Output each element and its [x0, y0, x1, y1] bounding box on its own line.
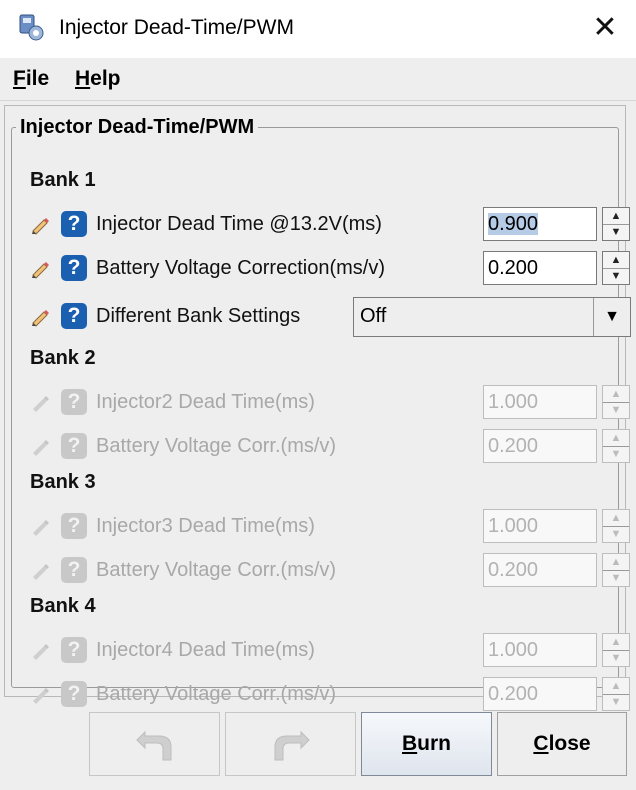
bank2-batt-corr-spinner: ▲ ▼ [602, 429, 630, 463]
spin-down-icon: ▼ [610, 448, 622, 460]
bank1-dead-time-input[interactable]: 0.900 [483, 207, 597, 241]
spin-up-icon[interactable]: ▲ [603, 208, 629, 225]
help-icon-disabled: ? [61, 389, 87, 415]
menu-bar: File Help [0, 58, 636, 101]
bank3-dead-time-label: Injector3 Dead Time(ms) [96, 515, 315, 537]
help-icon-disabled: ? [61, 513, 87, 539]
bank1-diff-bank-label: Different Bank Settings [96, 305, 301, 327]
help-icon[interactable]: ? [61, 303, 87, 329]
bank3-batt-corr-input: 0.200 [483, 553, 597, 587]
undo-button[interactable] [89, 712, 220, 776]
edit-pencil-icon-disabled [33, 564, 49, 580]
bank1-title: Bank 1 [30, 169, 96, 191]
window-title: Injector Dead-Time/PWM [59, 16, 294, 39]
bank2-batt-corr-label: Battery Voltage Corr.(ms/v) [96, 435, 337, 457]
menu-file[interactable]: File [13, 66, 49, 92]
bank1-batt-corr-label: Battery Voltage Correction(ms/v) [96, 257, 385, 279]
app-icon [19, 14, 44, 41]
bank1-batt-corr-spinner: ▲ ▼ [602, 251, 630, 285]
burn-button[interactable]: Burn [361, 712, 492, 776]
spin-down-icon: ▼ [610, 696, 622, 708]
bank3-batt-corr-label: Battery Voltage Corr.(ms/v) [96, 559, 337, 581]
bank4-dead-time-input: 1.000 [483, 633, 597, 667]
redo-arrow-icon [274, 730, 310, 761]
spin-up-icon: ▲ [603, 430, 629, 447]
edit-pencil-icon-disabled [33, 688, 49, 704]
bank4-batt-corr-spinner: ▲ ▼ [602, 677, 630, 711]
spin-down-icon: ▼ [610, 652, 622, 664]
group-title: Injector Dead-Time/PWM [20, 116, 255, 138]
bank1-dead-time-spinner: ▲ ▼ [602, 207, 630, 241]
dropdown-selected-value: Off [360, 305, 387, 327]
bank4-dead-time-label: Injector4 Dead Time(ms) [96, 639, 315, 661]
dialog-content: Injector Dead-Time/PWM Bank 1 ? Injector… [0, 101, 636, 790]
bank4-title: Bank 4 [30, 595, 96, 617]
spin-up-icon: ▲ [603, 386, 629, 403]
close-button[interactable]: Close [497, 712, 627, 776]
bank3-dead-time-input: 1.000 [483, 509, 597, 543]
bank3-title: Bank 3 [30, 471, 96, 493]
bank4-batt-corr-input: 0.200 [483, 677, 597, 711]
edit-pencil-icon-disabled [33, 520, 49, 536]
spin-up-icon: ▲ [603, 554, 629, 571]
bank2-dead-time-label: Injector2 Dead Time(ms) [96, 391, 315, 413]
bank2-dead-time-spinner: ▲ ▼ [602, 385, 630, 419]
bank1-dead-time-label: Injector Dead Time @13.2V(ms) [96, 213, 382, 235]
close-window-button[interactable]: ✕ [588, 11, 622, 45]
edit-pencil-icon[interactable] [30, 307, 52, 327]
bank2-title: Bank 2 [30, 347, 96, 369]
spin-up-icon[interactable]: ▲ [603, 252, 629, 269]
help-icon[interactable]: ? [61, 255, 87, 281]
help-icon-disabled: ? [61, 681, 87, 707]
injector-dead-time-group: Injector Dead-Time/PWM Bank 1 ? Injector… [11, 116, 631, 711]
spin-up-icon: ▲ [603, 678, 629, 695]
edit-pencil-icon-disabled [33, 396, 49, 412]
spin-down-icon: ▼ [610, 528, 622, 540]
help-icon[interactable]: ? [61, 211, 87, 237]
edit-pencil-icon[interactable] [30, 259, 52, 279]
spin-down-icon: ▼ [610, 404, 622, 416]
undo-arrow-icon [135, 730, 171, 761]
different-bank-settings-dropdown[interactable]: Off ▼ [353, 297, 631, 337]
menu-help[interactable]: Help [75, 66, 121, 92]
edit-pencil-icon[interactable] [30, 215, 52, 235]
bank4-batt-corr-label: Battery Voltage Corr.(ms/v) [96, 683, 337, 705]
bank1-batt-corr-input[interactable]: 0.200 [483, 251, 597, 285]
settings-panel: Injector Dead-Time/PWM Bank 1 ? Injector… [4, 105, 631, 711]
spin-down-icon[interactable]: ▼ [603, 224, 629, 240]
help-icon-disabled: ? [61, 433, 87, 459]
redo-button[interactable] [225, 712, 356, 776]
title-bar: Injector Dead-Time/PWM ✕ [0, 0, 636, 58]
bank2-batt-corr-input: 0.200 [483, 429, 597, 463]
help-icon-disabled: ? [61, 557, 87, 583]
dropdown-arrow-icon[interactable]: ▼ [593, 298, 630, 336]
help-icon-disabled: ? [61, 637, 87, 663]
edit-pencil-icon-disabled [33, 440, 49, 456]
bank4-dead-time-spinner: ▲ ▼ [602, 633, 630, 667]
bank2-dead-time-input: 1.000 [483, 385, 597, 419]
spin-down-icon[interactable]: ▼ [603, 268, 629, 284]
edit-pencil-icon-disabled [33, 644, 49, 660]
bank3-batt-corr-spinner: ▲ ▼ [602, 553, 630, 587]
spin-up-icon: ▲ [603, 634, 629, 651]
spin-up-icon: ▲ [603, 510, 629, 527]
spin-down-icon: ▼ [610, 572, 622, 584]
bank3-dead-time-spinner: ▲ ▼ [602, 509, 630, 543]
